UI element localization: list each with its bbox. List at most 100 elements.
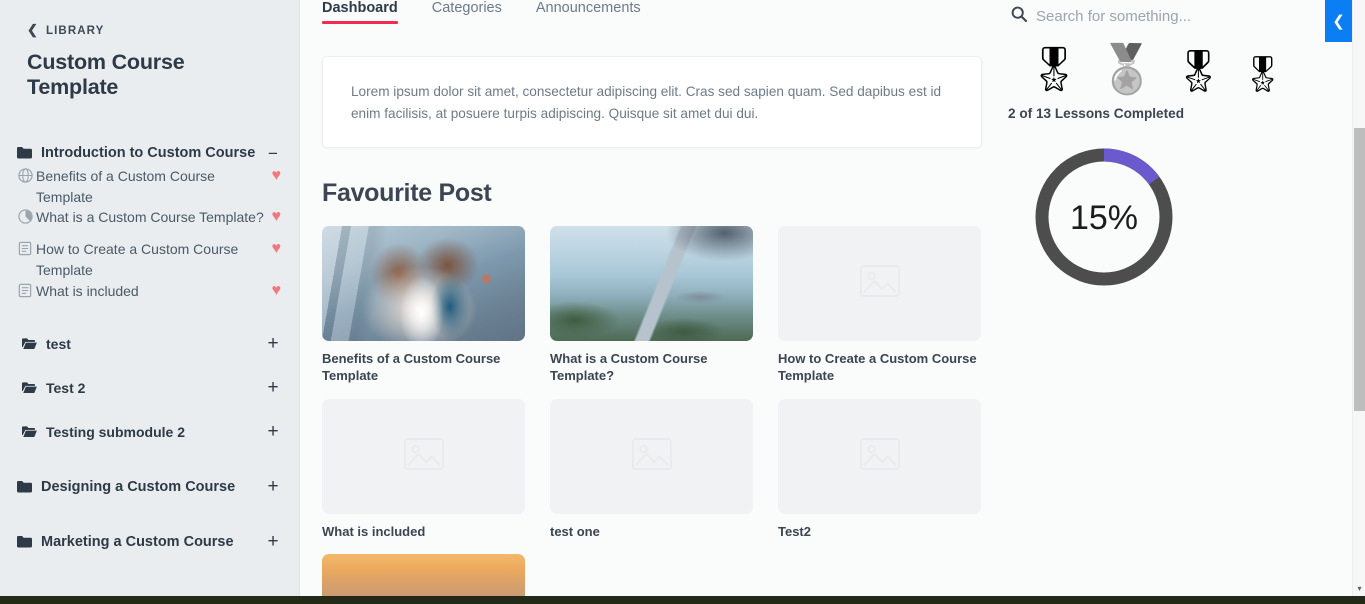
post-card[interactable]: Benefits of a Custom Course Template <box>322 226 525 385</box>
favourite-post-heading: Favourite Post <box>322 179 1006 208</box>
module-label: Marketing a Custom Course <box>37 534 265 550</box>
progress-rail: 🎖 🏅 🎖 🎖 2 of 13 Lessons Completed 15% <box>1006 0 1365 596</box>
folder-open-icon <box>22 382 42 394</box>
back-to-library-link[interactable]: ❮ LIBRARY <box>0 0 299 37</box>
module-header-designing[interactable]: Designing a Custom Course + <box>0 474 299 500</box>
post-thumbnail-placeholder <box>322 399 525 514</box>
module-label: Designing a Custom Course <box>37 479 265 495</box>
page-scrollbar[interactable]: ▾ <box>1352 0 1365 596</box>
submodule-header-test[interactable]: test + <box>0 331 299 357</box>
lesson-item[interactable]: What is included ♥ <box>0 281 299 313</box>
post-thumbnail-placeholder <box>550 399 753 514</box>
module-header-marketing[interactable]: Marketing a Custom Course + <box>0 529 299 555</box>
image-placeholder-icon <box>404 438 444 475</box>
submodule-label: Testing submodule 2 <box>42 424 265 440</box>
submodule-expand-toggle[interactable]: + <box>265 378 281 397</box>
lesson-label: How to Create a Custom Course Template <box>36 239 272 280</box>
post-title: test one <box>550 523 753 540</box>
post-thumbnail <box>322 226 525 341</box>
tab-dashboard[interactable]: Dashboard <box>322 0 398 24</box>
image-placeholder-icon <box>632 438 672 475</box>
back-to-library-label: LIBRARY <box>46 25 104 37</box>
spacer <box>0 445 299 474</box>
progress-ring-wrapper: 15% <box>1006 121 1365 296</box>
post-card[interactable] <box>322 554 525 596</box>
scrollbar-thumb[interactable] <box>1354 128 1365 411</box>
window-bottom-edge <box>0 596 1365 604</box>
favourite-heart-icon[interactable]: ♥ <box>272 239 282 258</box>
lesson-item[interactable]: Benefits of a Custom Course Template ♥ <box>0 166 299 207</box>
lessons-completed-label: 2 of 13 Lessons Completed <box>1006 92 1365 121</box>
post-title: Test2 <box>778 523 981 540</box>
spacer <box>0 500 299 529</box>
lesson-label: What is included <box>36 281 272 302</box>
medal-icon: 🎖 <box>1026 48 1082 92</box>
folder-open-icon <box>22 426 42 438</box>
document-icon <box>14 239 36 256</box>
spacer <box>0 313 299 331</box>
folder-icon <box>17 536 37 548</box>
favourite-post-grid: Benefits of a Custom Course Template Wha… <box>322 226 985 596</box>
tab-categories[interactable]: Categories <box>432 0 502 24</box>
chevron-left-icon: ❮ <box>1332 12 1345 30</box>
globe-icon <box>14 166 36 183</box>
module-expand-toggle[interactable]: + <box>265 532 281 551</box>
spacer <box>0 401 299 419</box>
spacer <box>0 357 299 375</box>
search-icon <box>1011 6 1027 27</box>
lesson-label: Benefits of a Custom Course Template <box>36 166 272 207</box>
medal-icon: 🏅 <box>1098 45 1157 92</box>
favourite-heart-icon[interactable]: ♥ <box>272 281 282 300</box>
chevron-left-icon: ❮ <box>27 23 39 36</box>
favourite-heart-icon[interactable]: ♥ <box>272 166 282 185</box>
medal-row: 🎖 🏅 🎖 🎖 <box>1006 27 1365 92</box>
progress-percent-label: 15% <box>1070 199 1138 237</box>
module-list: Introduction to Custom Course − Benefits… <box>0 140 299 555</box>
collapse-panel-tab[interactable]: ❮ <box>1325 0 1352 42</box>
page-title: Custom Course Template <box>0 37 299 100</box>
course-description-text: Lorem ipsum dolor sit amet, consectetur … <box>351 81 951 125</box>
post-card[interactable]: What is included <box>322 399 525 540</box>
progress-ring: 15% <box>1030 143 1178 291</box>
post-card[interactable]: What is a Custom Course Template? <box>550 226 753 385</box>
folder-open-icon <box>22 338 42 350</box>
scroll-down-arrow-icon[interactable]: ▾ <box>1355 584 1364 593</box>
dashboard-column: Dashboard Categories Announcements Lorem… <box>300 0 1006 596</box>
module-collapse-toggle[interactable]: − <box>265 145 281 162</box>
favourite-heart-icon[interactable]: ♥ <box>272 207 282 226</box>
content-tabs: Dashboard Categories Announcements <box>300 0 1006 31</box>
module-label: Introduction to Custom Course <box>37 145 265 161</box>
app-root: ❮ LIBRARY Custom Course Template Introdu… <box>0 0 1365 604</box>
submodule-header-test-2[interactable]: Test 2 + <box>0 375 299 401</box>
submodule-expand-toggle[interactable]: + <box>265 334 281 353</box>
submodule-expand-toggle[interactable]: + <box>265 422 281 441</box>
image-placeholder-icon <box>860 265 900 302</box>
lesson-item[interactable]: How to Create a Custom Course Template ♥ <box>0 239 299 280</box>
lesson-item[interactable]: What is a Custom Course Template? ♥ <box>0 207 299 239</box>
course-description-card: Lorem ipsum dolor sit amet, consectetur … <box>322 56 982 148</box>
search-input[interactable] <box>1036 8 1316 25</box>
medal-icon: 🎖 <box>1240 57 1284 92</box>
folder-icon <box>17 147 37 159</box>
submodule-label: test <box>42 336 265 352</box>
course-sidebar: ❮ LIBRARY Custom Course Template Introdu… <box>0 0 300 596</box>
post-title: How to Create a Custom Course Template <box>778 350 981 385</box>
lesson-label: What is a Custom Course Template? <box>36 207 272 228</box>
post-card[interactable]: test one <box>550 399 753 540</box>
post-thumbnail-placeholder <box>778 226 981 341</box>
post-thumbnail <box>550 226 753 341</box>
medal-icon: 🎖 <box>1172 51 1224 92</box>
tab-announcements[interactable]: Announcements <box>536 0 641 24</box>
post-card[interactable]: Test2 <box>778 399 981 540</box>
post-title: What is a Custom Course Template? <box>550 350 753 385</box>
post-title: Benefits of a Custom Course Template <box>322 350 525 385</box>
post-title: What is included <box>322 523 525 540</box>
image-placeholder-icon <box>860 438 900 475</box>
search-bar[interactable] <box>1006 0 1365 27</box>
main-content: Dashboard Categories Announcements Lorem… <box>300 0 1365 596</box>
post-card[interactable]: How to Create a Custom Course Template <box>778 226 981 385</box>
folder-icon <box>17 481 37 493</box>
module-expand-toggle[interactable]: + <box>265 477 281 496</box>
module-header-introduction[interactable]: Introduction to Custom Course − <box>0 140 299 166</box>
submodule-header-testing-submodule-2[interactable]: Testing submodule 2 + <box>0 419 299 445</box>
